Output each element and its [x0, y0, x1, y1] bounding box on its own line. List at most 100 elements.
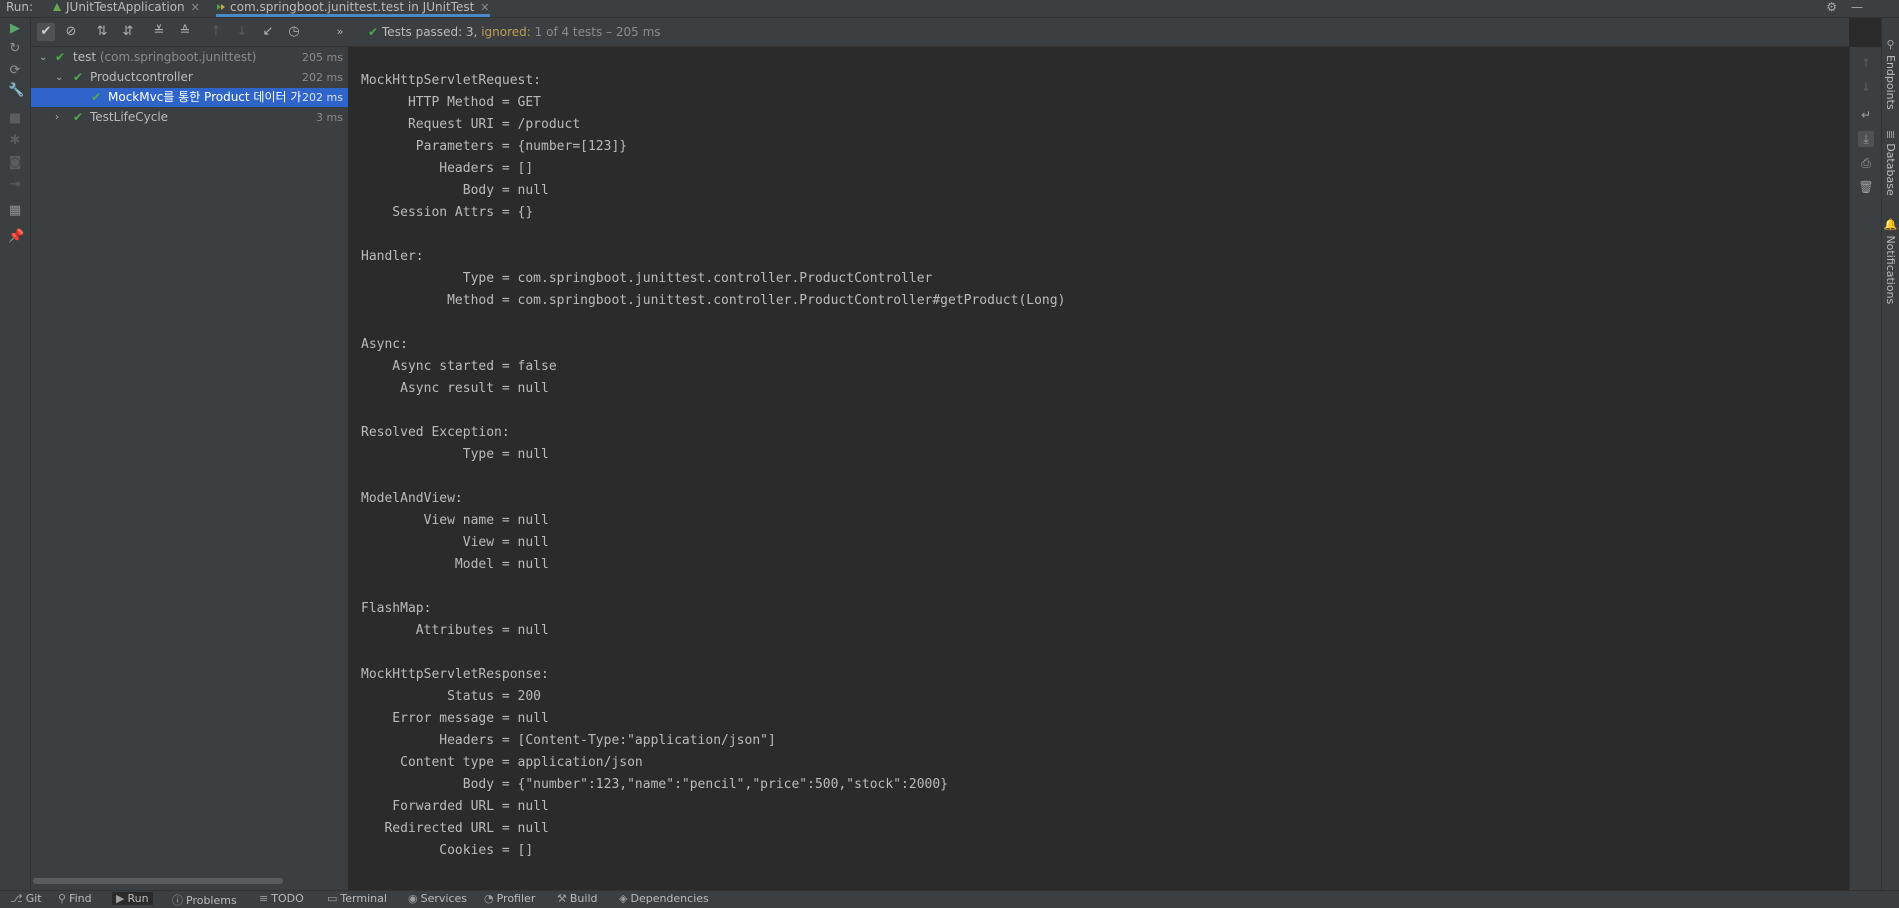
test-summary: 1 of 4 tests – 205 ms [534, 25, 661, 39]
scroll-to-end-icon[interactable]: ⤓ [1858, 131, 1874, 147]
expand-all-icon[interactable]: ≚ [150, 23, 168, 41]
tree-label: Productcontroller [90, 70, 193, 84]
tool-label: TODO [271, 892, 304, 905]
pass-check-icon: ✔ [73, 70, 84, 84]
spring-run-icon [52, 1, 62, 11]
wrench-icon[interactable]: 🔧 [8, 84, 24, 98]
toggle-autotest-icon[interactable]: ⟳ [8, 64, 22, 78]
tool-label: Find [69, 892, 92, 905]
previous-failed-icon[interactable]: ↑ [207, 23, 225, 41]
console-line: Request URI = /product [361, 117, 581, 132]
tool-services[interactable]: ◉ Services [408, 892, 467, 905]
tool-label: Run [127, 892, 149, 905]
rerun-icon[interactable]: ▶ [8, 22, 22, 36]
collapse-all-icon[interactable]: ≙ [176, 23, 194, 41]
tool-label: Problems [186, 894, 237, 907]
right-tool-strip: ⚲ Endpoints ≣ Database 🔔 Notifications [1881, 18, 1899, 890]
tree-row-mockmvc-test[interactable]: ✔ MockMvc를 통한 Product 데이터 가 202 ms [31, 88, 348, 107]
console-line: Resolved Exception: [361, 425, 510, 440]
tool-build[interactable]: ⚒ Build [557, 892, 598, 905]
tool-todo[interactable]: ≡ TODO [259, 892, 304, 905]
bell-icon: 🔔 [1884, 218, 1897, 232]
chevron-right-icon[interactable]: › [55, 108, 59, 127]
console-line: Method = com.springboot.junittest.contro… [361, 293, 1066, 308]
console-line: Attributes = null [361, 623, 549, 638]
tree-time: 202 ms [302, 91, 343, 104]
scroll-down-icon[interactable]: ↓ [1858, 79, 1874, 95]
tool-terminal[interactable]: ▭ Terminal [327, 892, 387, 905]
exit-icon[interactable]: ⇥ [8, 178, 22, 192]
endpoints-label: Endpoints [1884, 55, 1897, 110]
run-label: Run: [6, 0, 34, 14]
window-controls: ⚙ — [1812, 0, 1863, 14]
gear-icon[interactable]: ⚙ [1826, 0, 1837, 14]
history-icon[interactable]: ◷ [285, 23, 303, 41]
tree-row-test[interactable]: ⌄ ✔ test (com.springboot.junittest) 205 … [31, 48, 348, 67]
more-icon[interactable]: » [331, 23, 349, 41]
services-icon: ◉ [408, 892, 418, 905]
test-tree-icon [216, 1, 226, 11]
close-icon[interactable]: ✕ [191, 1, 200, 14]
console-line: View = null [361, 535, 549, 550]
console-line: HTTP Method = GET [361, 95, 542, 110]
terminal-icon: ▭ [327, 892, 338, 905]
console-line: Error message = null [361, 711, 549, 726]
tool-problems[interactable]: ⓘ Problems [172, 892, 237, 908]
pass-check-icon: ✔ [73, 110, 84, 124]
profiler-icon: ◔ [484, 892, 494, 905]
tab-junit-test-application[interactable]: JUnitTestApplication ✕ [52, 0, 200, 17]
console-line: Forwarded URL = null [361, 799, 549, 814]
sort-duration-icon[interactable]: ⇵ [119, 23, 137, 41]
database-tool[interactable]: ≣ Database [1884, 130, 1897, 196]
close-icon[interactable]: ✕ [480, 1, 489, 14]
passed-count: Tests passed: 3, [381, 25, 478, 39]
notifications-tool[interactable]: 🔔 Notifications [1884, 218, 1897, 304]
show-ignored-icon[interactable]: ⊘ [62, 23, 80, 41]
horizontal-scrollbar[interactable] [33, 878, 283, 884]
console-line: Async started = false [361, 359, 557, 374]
console-output[interactable]: MockHttpServletRequest: HTTP Method = GE… [349, 47, 1849, 890]
endpoints-tool[interactable]: ⚲ Endpoints [1884, 38, 1897, 110]
test-tree: ⌄ ✔ test (com.springboot.junittest) 205 … [31, 47, 348, 890]
bottom-tool-bar: ⎇ Git ⚲ Find ▶ Run ⓘ Problems ≡ TODO ▭ Termina… [0, 890, 1899, 908]
console-text: MockHttpServletRequest: HTTP Method = GE… [361, 70, 1065, 862]
tree-row-testlifecycle[interactable]: › ✔ TestLifeCycle 3 ms [31, 108, 348, 127]
trash-icon[interactable]: 🗑 [1858, 179, 1874, 195]
stop-icon[interactable]: ■ [8, 112, 22, 126]
chevron-down-icon[interactable]: ⌄ [55, 68, 63, 87]
tool-git[interactable]: ⎇ Git [10, 892, 42, 905]
tool-dependencies[interactable]: ◈ Dependencies [619, 892, 709, 905]
git-icon: ⎇ [10, 892, 23, 905]
test-status: ✔ Tests passed: 3, ignored: 1 of 4 tests… [368, 25, 661, 39]
tree-package: (com.springboot.junittest) [99, 50, 257, 64]
console-line: Body = null [361, 183, 549, 198]
layout-icon[interactable]: ▦ [8, 204, 22, 218]
tab-junittest[interactable]: com.springboot.junittest.test in JUnitTe… [216, 0, 490, 17]
rerun-failed-icon[interactable]: ↻ [8, 42, 22, 56]
show-passed-icon[interactable]: ✔ [37, 23, 55, 41]
console-line: Async result = null [361, 381, 549, 396]
soft-wrap-icon[interactable]: ↵ [1858, 107, 1874, 123]
tree-label: MockMvc를 통한 Product 데이터 가 [108, 90, 302, 104]
import-tests-icon[interactable]: ↙ [259, 23, 277, 41]
console-line: MockHttpServletResponse: [361, 667, 549, 682]
run-left-toolbar: ▶ ↻ ⟳ 🔧 ■ ✱ ◙ ⇥ ▦ 📌 [0, 18, 31, 890]
tree-label: test [73, 50, 97, 64]
camera-icon[interactable]: ◙ [8, 156, 22, 170]
tool-run[interactable]: ▶ Run [112, 892, 153, 905]
tool-find[interactable]: ⚲ Find [58, 892, 92, 905]
chevron-down-icon[interactable]: ⌄ [39, 48, 47, 67]
scroll-up-icon[interactable]: ↑ [1858, 55, 1874, 71]
tool-profiler[interactable]: ◔ Profiler [484, 892, 535, 905]
tree-row-productcontroller[interactable]: ⌄ ✔ Productcontroller 202 ms [31, 68, 348, 87]
console-line: Headers = [] [361, 161, 534, 176]
tab-label: JUnitTestApplication [66, 0, 185, 14]
pin-icon[interactable]: 📌 [8, 230, 24, 244]
print-icon[interactable]: ⎙ [1858, 155, 1874, 171]
tree-label: TestLifeCycle [90, 110, 169, 124]
minimize-icon[interactable]: — [1851, 0, 1863, 14]
next-failed-icon[interactable]: ↓ [233, 23, 251, 41]
sort-alpha-icon[interactable]: ⇅ [93, 23, 111, 41]
database-label: Database [1884, 143, 1897, 196]
debug-icon[interactable]: ✱ [8, 134, 22, 148]
